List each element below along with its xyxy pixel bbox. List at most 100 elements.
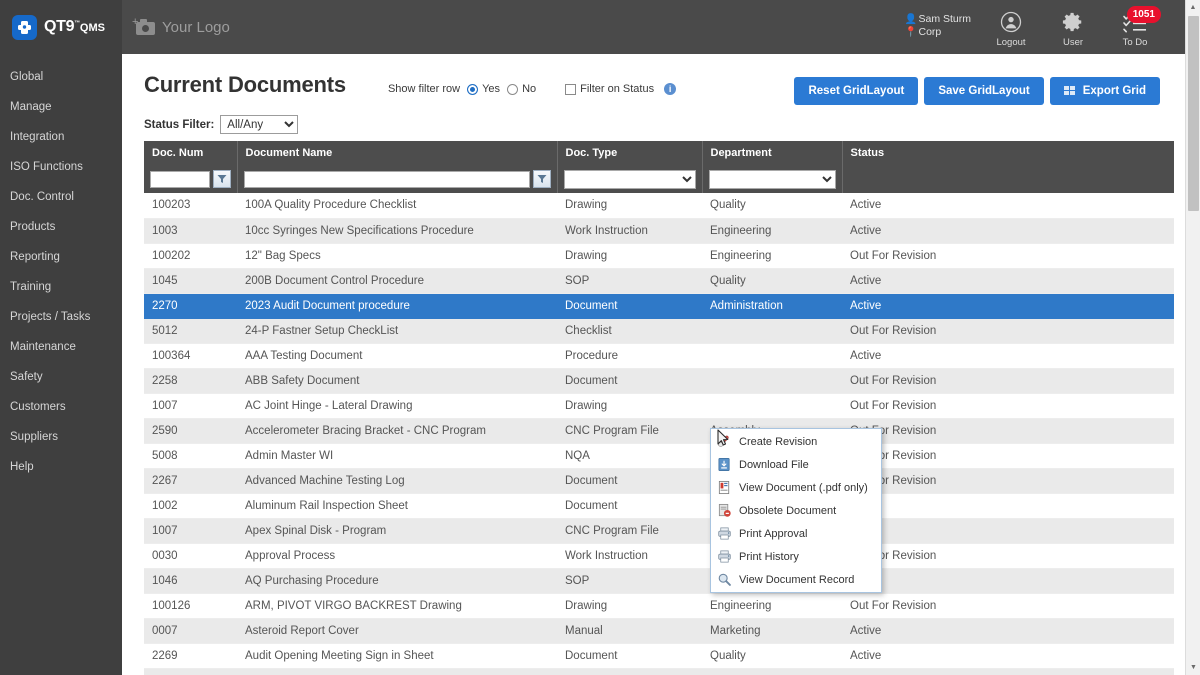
person-icon: 👤 — [904, 13, 914, 26]
cell-doc-name: Apex Spinal Disk - Program — [237, 518, 557, 543]
cell-department — [702, 318, 842, 343]
context-menu-item-view-document-record[interactable]: View Document Record — [711, 568, 881, 591]
table-row[interactable]: 2267Advanced Machine Testing LogDocument… — [144, 468, 1174, 493]
context-menu-item-print-approval[interactable]: Print Approval — [711, 522, 881, 545]
cell-department: Engineering — [702, 243, 842, 268]
cell-department: Manufacturing — [702, 668, 842, 675]
cell-doc-name: 200B Document Control Procedure — [237, 268, 557, 293]
table-row[interactable]: 0007Asteroid Report CoverManualMarketing… — [144, 618, 1174, 643]
cell-doc-type: SOP — [557, 568, 702, 593]
sidebar-item-doc-control[interactable]: Doc. Control — [0, 182, 122, 212]
download-icon — [717, 457, 732, 472]
scrollbar-up-arrow[interactable]: ▲ — [1186, 0, 1200, 15]
table-row[interactable]: 100313Automated Frosty Machine Board - W… — [144, 668, 1174, 675]
cell-doc-num: 2590 — [144, 418, 237, 443]
col-header-doc-name[interactable]: Document Name — [237, 141, 557, 165]
table-row[interactable]: 22702023 Audit Document procedureDocumen… — [144, 293, 1174, 318]
table-row[interactable]: 100364AAA Testing DocumentProcedureActiv… — [144, 343, 1174, 368]
table-row[interactable]: 1007Apex Spinal Disk - ProgramCNC Progra… — [144, 518, 1174, 543]
filter-input-doc-name[interactable] — [244, 171, 530, 188]
table-row[interactable]: 2258ABB Safety DocumentDocumentOut For R… — [144, 368, 1174, 393]
filter-select-department[interactable] — [709, 170, 836, 189]
scrollbar-down-arrow[interactable]: ▼ — [1186, 660, 1200, 675]
sidebar-item-suppliers[interactable]: Suppliers — [0, 422, 122, 452]
col-header-department[interactable]: Department — [702, 141, 842, 165]
filter-select-doc-type[interactable] — [564, 170, 696, 189]
context-menu-label: Print History — [739, 551, 799, 563]
sidebar-item-global[interactable]: Global — [0, 62, 122, 92]
logo-upload-label: Your Logo — [162, 19, 230, 36]
col-header-status[interactable]: Status — [842, 141, 1174, 165]
context-menu-item-view-document[interactable]: View Document (.pdf only) — [711, 476, 881, 499]
cell-status: Out For Revision — [842, 418, 1174, 443]
sidebar-item-manage[interactable]: Manage — [0, 92, 122, 122]
page-title: Current Documents — [144, 72, 346, 98]
context-menu-item-obsolete-document[interactable]: Obsolete Document — [711, 499, 881, 522]
table-row[interactable]: 0030Approval ProcessWork InstructionAdmi… — [144, 543, 1174, 568]
sidebar-item-help[interactable]: Help — [0, 452, 122, 482]
sidebar-item-label: Help — [10, 461, 34, 473]
export-grid-button[interactable]: Export Grid — [1050, 77, 1160, 105]
col-header-doc-num[interactable]: Doc. Num — [144, 141, 237, 165]
table-row[interactable]: 10020212" Bag SpecsDrawingEngineeringOut… — [144, 243, 1174, 268]
radio-yes-label: Yes — [482, 83, 500, 95]
scrollbar-thumb[interactable] — [1188, 16, 1199, 211]
show-filter-row-no-radio[interactable]: No — [507, 83, 536, 95]
cell-doc-num: 100364 — [144, 343, 237, 368]
sidebar-item-integration[interactable]: Integration — [0, 122, 122, 152]
context-menu-item-create-revision[interactable]: Create Revision — [711, 430, 881, 453]
sidebar-item-safety[interactable]: Safety — [0, 362, 122, 392]
context-menu-item-print-history[interactable]: Print History — [711, 545, 881, 568]
filter-button-doc-name[interactable] — [533, 170, 551, 188]
brand-text: QT9™QMS — [44, 18, 105, 36]
sidebar-item-maintenance[interactable]: Maintenance — [0, 332, 122, 362]
grid-toolbar: Reset GridLayout Save GridLayout Export … — [794, 77, 1160, 105]
filter-on-status-checkbox[interactable]: Filter on Status — [565, 83, 654, 95]
user-label: User — [1063, 37, 1083, 48]
sidebar-item-projects-tasks[interactable]: Projects / Tasks — [0, 302, 122, 332]
col-header-doc-type[interactable]: Doc. Type — [557, 141, 702, 165]
table-row[interactable]: 100203100A Quality Procedure ChecklistDr… — [144, 193, 1174, 218]
reset-gridlayout-button[interactable]: Reset GridLayout — [794, 77, 918, 105]
sidebar-item-training[interactable]: Training — [0, 272, 122, 302]
status-filter-bar: Status Filter: All/Any — [132, 105, 1165, 141]
table-row[interactable]: 2269Audit Opening Meeting Sign in SheetD… — [144, 643, 1174, 668]
todo-button[interactable]: 1051 To Do — [1113, 11, 1157, 48]
table-row[interactable]: 1007AC Joint Hinge - Lateral DrawingDraw… — [144, 393, 1174, 418]
table-row[interactable]: 1046AQ Purchasing ProcedureSOPQualityAct… — [144, 568, 1174, 593]
save-gridlayout-button[interactable]: Save GridLayout — [924, 77, 1043, 105]
sidebar-item-products[interactable]: Products — [0, 212, 122, 242]
table-row[interactable]: 1002Aluminum Rail Inspection SheetDocume… — [144, 493, 1174, 518]
show-filter-row-yes-radio[interactable]: Yes — [467, 83, 500, 95]
sidebar-item-iso-functions[interactable]: ISO Functions — [0, 152, 122, 182]
browser-scrollbar[interactable]: ▲ ▼ — [1185, 0, 1200, 675]
table-row[interactable]: 100126ARM, PIVOT VIRGO BACKREST DrawingD… — [144, 593, 1174, 618]
filter-on-status-label: Filter on Status — [580, 83, 654, 95]
user-settings-button[interactable]: User — [1051, 11, 1095, 48]
table-row[interactable]: 5008Admin Master WINQAAdministrationOut … — [144, 443, 1174, 468]
help-info-icon[interactable]: i — [664, 83, 676, 95]
filter-button-doc-num[interactable] — [213, 170, 231, 188]
brand-logo[interactable]: QT9™QMS — [0, 0, 122, 54]
brand-suffix: QMS — [80, 22, 105, 34]
table-row[interactable]: 1045200B Document Control ProcedureSOPQu… — [144, 268, 1174, 293]
logo-upload-button[interactable]: + Your Logo — [134, 19, 230, 36]
context-menu-item-download-file[interactable]: Download File — [711, 453, 881, 476]
cell-doc-num: 2269 — [144, 643, 237, 668]
table-row[interactable]: 501224-P Fastner Setup CheckListChecklis… — [144, 318, 1174, 343]
cell-doc-name: 24-P Fastner Setup CheckList — [237, 318, 557, 343]
cell-status: Active — [842, 218, 1174, 243]
sidebar-item-label: Doc. Control — [10, 191, 74, 203]
sidebar-item-label: Reporting — [10, 251, 60, 263]
filter-input-doc-num[interactable] — [150, 171, 210, 188]
cell-status: Active — [842, 343, 1174, 368]
table-row[interactable]: 100310cc Syringes New Specifications Pro… — [144, 218, 1174, 243]
table-row[interactable]: 2590Accelerometer Bracing Bracket - CNC … — [144, 418, 1174, 443]
sidebar-item-customers[interactable]: Customers — [0, 392, 122, 422]
user-info[interactable]: 👤 Sam Sturm 📍 Corp — [904, 13, 971, 48]
cell-doc-type: Document — [557, 368, 702, 393]
sidebar-item-reporting[interactable]: Reporting — [0, 242, 122, 272]
cell-doc-num: 1007 — [144, 518, 237, 543]
status-filter-select[interactable]: All/Any — [220, 115, 298, 134]
logout-button[interactable]: Logout — [989, 11, 1033, 48]
